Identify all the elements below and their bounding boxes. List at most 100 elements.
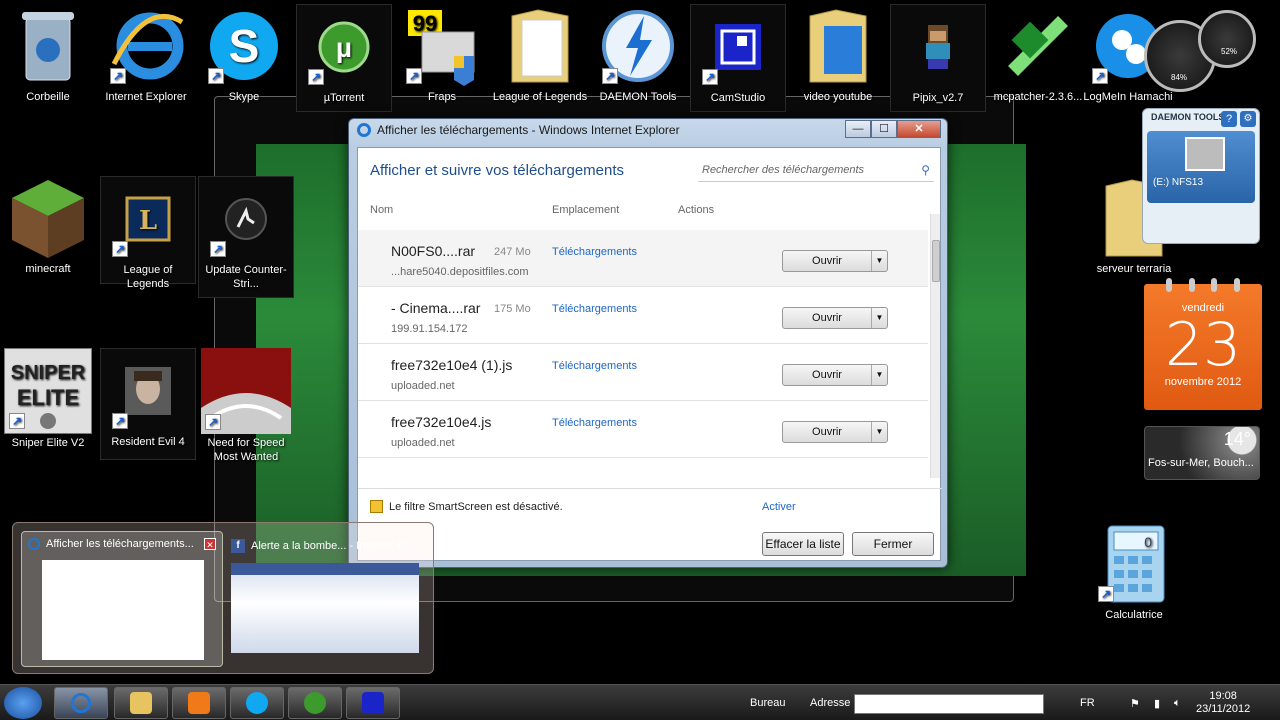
folder-icon: [798, 4, 878, 88]
camstudio-icon: ↗: [698, 5, 778, 89]
internet-explorer-icon: [357, 123, 371, 137]
chevron-down-icon[interactable]: ▼: [871, 308, 887, 328]
desktop-icon-utorrent[interactable]: µ ↗ µTorrent: [296, 4, 392, 112]
desktop-icon-daemon-tools[interactable]: ↗ DAEMON Tools: [590, 4, 686, 104]
open-button[interactable]: Ouvrir ▼: [782, 250, 888, 272]
virtual-drive-panel[interactable]: (E:) NFS13: [1147, 131, 1255, 203]
close-dialog-button[interactable]: Fermer: [852, 532, 934, 556]
facebook-icon: f: [231, 539, 245, 553]
flag-icon[interactable]: ⚑: [1130, 697, 1140, 710]
svg-text:L: L: [139, 206, 157, 236]
language-indicator[interactable]: FR: [1080, 697, 1095, 709]
internet-explorer-icon: [28, 538, 40, 550]
desktop-icon-camstudio[interactable]: ↗ CamStudio: [690, 4, 786, 112]
utorrent-icon: [304, 692, 326, 714]
folder-icon: [500, 4, 580, 88]
list-item[interactable]: N00FS0....rar 247 Mo ...hare5040.deposit…: [358, 230, 928, 287]
calculator-icon: 0 ↗: [1094, 522, 1174, 606]
search-icon[interactable]: ⚲: [921, 163, 930, 177]
activate-link[interactable]: Activer: [762, 501, 796, 513]
column-header-location[interactable]: Emplacement: [552, 204, 619, 216]
desktop-icon-pipix[interactable]: Pipix_v2.7: [890, 4, 986, 112]
maximize-button[interactable]: ☐: [871, 120, 897, 138]
downloads-panel: Afficher et suivre vos téléchargements R…: [357, 147, 942, 561]
shortcut-arrow-icon: ↗: [1098, 586, 1114, 602]
daemon-tools-gadget[interactable]: DAEMON TOOLS ? ⚙ (E:) NFS13: [1142, 108, 1260, 244]
minimize-button[interactable]: —: [845, 120, 871, 138]
desktop-icon-internet-explorer[interactable]: ↗ Internet Explorer: [98, 4, 194, 104]
svg-text:0: 0: [1144, 534, 1152, 550]
resident-evil-icon: ↗: [108, 349, 188, 433]
open-button[interactable]: Ouvrir ▼: [782, 364, 888, 386]
shortcut-arrow-icon: ↗: [112, 241, 128, 257]
calendar-gadget: vendredi 23 novembre 2012: [1144, 278, 1262, 410]
taskbar-internet-explorer[interactable]: [54, 687, 108, 719]
desktop-icon-league-of-legends-folder[interactable]: League of Legends: [492, 4, 588, 104]
svg-text:µ: µ: [336, 32, 352, 63]
scrollbar-thumb[interactable]: [932, 240, 940, 282]
volume-icon[interactable]: 🔈︎: [1174, 697, 1181, 710]
taskbar-camstudio[interactable]: [346, 687, 400, 719]
utorrent-icon: µ ↗: [304, 5, 384, 89]
desktop-icon-corbeille[interactable]: Corbeille: [0, 4, 96, 104]
nfs-icon: ↗: [201, 348, 291, 434]
column-header-actions[interactable]: Actions: [678, 204, 714, 216]
svg-text:ELITE: ELITE: [17, 385, 79, 410]
search-input[interactable]: Rechercher des téléchargements ⚲: [698, 160, 934, 182]
open-button[interactable]: Ouvrir ▼: [782, 307, 888, 329]
internet-explorer-icon: ↗: [106, 4, 186, 88]
list-item[interactable]: free732e10e4 (1).js uploaded.net Télécha…: [358, 344, 928, 401]
open-button[interactable]: Ouvrir ▼: [782, 421, 888, 443]
shortcut-arrow-icon: ↗: [9, 413, 25, 429]
desktop-icon-need-for-speed[interactable]: ↗ Need for Speed Most Wanted: [198, 348, 294, 464]
desktop-icon-resident-evil[interactable]: ↗ Resident Evil 4: [100, 348, 196, 460]
desktop-icon-minecraft[interactable]: minecraft: [0, 176, 96, 276]
desktop-icon-counter-strike[interactable]: ↗ Update Counter-Stri...: [198, 176, 294, 298]
clock[interactable]: 19:08 23/11/2012: [1196, 690, 1250, 716]
desktop-icon-video-youtube[interactable]: video youtube: [790, 4, 886, 104]
battery-icon[interactable]: ▮: [1154, 697, 1160, 710]
downloads-window[interactable]: Afficher les téléchargements - Windows I…: [348, 118, 948, 568]
taskbar-explorer[interactable]: [114, 687, 168, 719]
svg-text:SNIPER: SNIPER: [11, 362, 86, 384]
help-icon[interactable]: ?: [1221, 111, 1237, 127]
chevron-down-icon[interactable]: ▼: [871, 422, 887, 442]
taskbar-media-player[interactable]: [172, 687, 226, 719]
desktop-icon-skype[interactable]: S ↗ Skype: [196, 4, 292, 104]
address-input[interactable]: [854, 694, 1044, 714]
recycle-bin-icon: [8, 4, 88, 88]
desktop-icon-sniper-elite[interactable]: SNIPER ELITE ↗ Sniper Elite V2: [0, 348, 96, 450]
column-header-name[interactable]: Nom: [370, 204, 393, 216]
list-item[interactable]: free732e10e4.js uploaded.net Téléchargem…: [358, 401, 928, 458]
chevron-down-icon[interactable]: ▼: [871, 251, 887, 271]
thumbnail-preview: [42, 560, 204, 660]
taskbar-skype[interactable]: [230, 687, 284, 719]
clear-list-button[interactable]: Effacer la liste: [762, 532, 844, 556]
location-link[interactable]: Téléchargements: [552, 417, 637, 429]
taskbar-utorrent[interactable]: [288, 687, 342, 719]
location-link[interactable]: Téléchargements: [552, 246, 637, 258]
counter-strike-icon: ↗: [206, 177, 286, 261]
skype-icon: [246, 692, 268, 714]
desktop-icon-fraps[interactable]: 99 ↗ Fraps: [394, 4, 490, 104]
desktop-icon-lol[interactable]: L ↗ League of Legends: [100, 176, 196, 290]
location-link[interactable]: Téléchargements: [552, 360, 637, 372]
skype-icon: S ↗: [204, 4, 284, 88]
bureau-toolbar[interactable]: Bureau: [750, 697, 785, 709]
pipix-icon: [898, 5, 978, 89]
thumbnail-facebook[interactable]: f Alerte a la bombe... - Internet Ex...: [231, 539, 419, 553]
chevron-down-icon[interactable]: ▼: [871, 365, 887, 385]
close-icon[interactable]: ✕: [204, 538, 216, 550]
desktop-icon-calculatrice[interactable]: 0 ↗ Calculatrice: [1086, 522, 1182, 622]
thumbnail-downloads[interactable]: Afficher les téléchargements... ✕: [21, 531, 223, 667]
thumbnail-preview[interactable]: [231, 563, 419, 653]
start-button[interactable]: [4, 687, 42, 719]
desktop-icon-mcpatcher[interactable]: mcpatcher-2.3.6...: [990, 4, 1086, 104]
smartscreen-bar: Le filtre SmartScreen est désactivé. Act…: [358, 488, 942, 524]
location-link[interactable]: Téléchargements: [552, 303, 637, 315]
list-item[interactable]: - Cinema....rar 175 Mo 199.91.154.172 Té…: [358, 287, 928, 344]
close-button[interactable]: ✕: [897, 120, 941, 138]
vertical-scrollbar[interactable]: [930, 214, 940, 478]
folder-icon: [130, 692, 152, 714]
tools-icon[interactable]: ⚙: [1240, 111, 1256, 127]
